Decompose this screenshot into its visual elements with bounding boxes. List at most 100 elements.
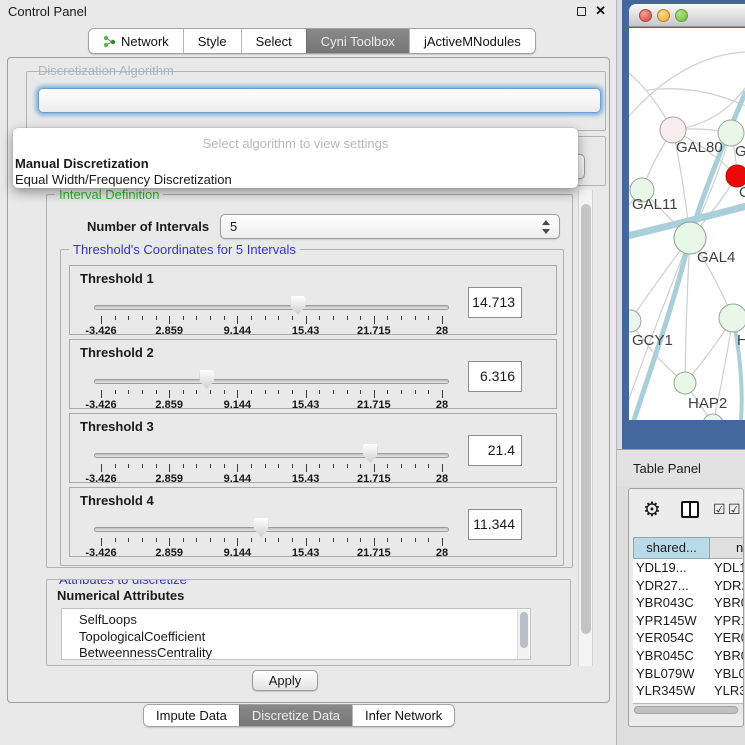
- node-label: GAL4: [697, 249, 735, 266]
- table-cell: YLR345W: [633, 682, 710, 700]
- algorithm-hint: Select algorithm to view settings: [13, 136, 578, 151]
- table-row[interactable]: YBL079WYBL0: [633, 665, 744, 683]
- table-cell: YDL1: [710, 559, 744, 577]
- tick-label: -3.426: [85, 473, 116, 485]
- tick-label: 9.144: [224, 473, 252, 485]
- tab-label: Impute Data: [156, 708, 227, 723]
- algorithm-combo[interactable]: [38, 88, 601, 113]
- threshold-1-slider[interactable]: -3.4262.8599.14415.4321.71528: [94, 292, 449, 336]
- attribute-list-item[interactable]: BetweennessCentrality: [62, 645, 530, 660]
- tab-style[interactable]: Style: [183, 29, 241, 53]
- minimize-traffic-light[interactable]: [657, 9, 670, 22]
- list-scrollbar[interactable]: [517, 610, 529, 660]
- threshold-4-slider[interactable]: -3.4262.8599.14415.4321.71528: [94, 514, 449, 558]
- list-scrollbar-thumb[interactable]: [520, 612, 528, 648]
- table-cell: YBL079W: [633, 665, 710, 683]
- table-scrollbar-thumb[interactable]: [634, 706, 738, 714]
- close-icon[interactable]: ✕: [595, 3, 606, 19]
- slider-tick-labels: -3.4262.8599.14415.4321.71528: [101, 399, 442, 411]
- slider-thumb[interactable]: [254, 518, 269, 537]
- table-cell: YER054C: [633, 629, 710, 647]
- slider-ticks: [101, 538, 442, 547]
- slider-thumb[interactable]: [290, 296, 305, 315]
- column-header-shared-name[interactable]: shared...: [633, 537, 710, 559]
- tab-cyni-toolbox[interactable]: Cyni Toolbox: [306, 29, 409, 53]
- threshold-4-panel: Threshold 4 -3.4262.8599.14415.4321.7152…: [69, 487, 557, 557]
- attributes-group: Attributes to discretize Numerical Attri…: [46, 579, 571, 666]
- tab-impute-data[interactable]: Impute Data: [144, 705, 239, 726]
- tick-label: 9.144: [224, 547, 252, 559]
- tick-label: 2.859: [155, 399, 183, 411]
- threshold-value-field[interactable]: 21.4: [468, 435, 522, 466]
- application-root: Control Panel ✕ Network Style Select Cyn…: [0, 0, 745, 745]
- checkbox-checked-icon[interactable]: ☑: [728, 501, 741, 518]
- table-cell: YBR0: [710, 594, 744, 612]
- menu-item-equal-width-frequency[interactable]: Equal Width/Frequency Discretization: [13, 172, 578, 188]
- column-view-icon[interactable]: [681, 501, 699, 518]
- node-hap2[interactable]: [674, 372, 696, 394]
- node-bottom-partial[interactable]: [703, 414, 723, 420]
- menu-item-manual-discretization[interactable]: Manual Discretization: [13, 156, 578, 172]
- tab-network[interactable]: Network: [89, 29, 183, 53]
- numerical-attributes-label: Numerical Attributes: [57, 588, 184, 603]
- table-row[interactable]: YBR043CYBR0: [633, 594, 744, 612]
- slider-thumb[interactable]: [363, 444, 378, 463]
- tab-jactivemnodules[interactable]: jActiveMNodules: [409, 29, 535, 53]
- table-row[interactable]: YDR27...YDR2: [633, 577, 744, 595]
- tick-label: 15.43: [292, 547, 320, 559]
- tab-infer-network[interactable]: Infer Network: [352, 705, 454, 726]
- attribute-list-item[interactable]: TopologicalCoefficient: [62, 629, 530, 646]
- tick-label: 2.859: [155, 325, 183, 337]
- close-traffic-light[interactable]: [639, 9, 652, 22]
- tab-select[interactable]: Select: [241, 29, 306, 53]
- zoom-traffic-light[interactable]: [675, 9, 688, 22]
- apply-button[interactable]: Apply: [252, 670, 318, 691]
- node-label: C: [739, 184, 745, 201]
- numerical-attributes-list[interactable]: SelfLoopsTopologicalCoefficientBetweenne…: [61, 608, 531, 660]
- number-of-intervals-combo[interactable]: 5: [220, 214, 560, 239]
- gear-icon[interactable]: ⚙: [643, 497, 661, 522]
- interval-definition-group: Interval Definition Number of Intervals …: [46, 194, 573, 568]
- float-window-icon[interactable]: [577, 7, 586, 16]
- table-cell: YBL0: [710, 665, 744, 683]
- table-row[interactable]: YDL19...YDL1: [633, 559, 744, 577]
- algorithm-dropdown-popup: Select algorithm to view settings Manual…: [13, 128, 578, 188]
- attributes-group-label: Attributes to discretize: [55, 579, 191, 587]
- column-header-name[interactable]: na: [710, 537, 744, 559]
- threshold-label: Threshold 2: [80, 345, 154, 360]
- node-label: GA: [735, 143, 745, 160]
- threshold-value-field[interactable]: 14.713: [468, 287, 522, 318]
- tick-label: -3.426: [85, 325, 116, 337]
- tick-label: 21.715: [357, 473, 391, 485]
- panel-scrollbar-thumb[interactable]: [581, 204, 591, 634]
- network-canvas[interactable]: GAL80 GA C GAL11 GAL4 GCY1 H HAP2: [629, 28, 745, 420]
- node-label: GAL80: [676, 139, 723, 156]
- table-body: YDL19...YDL1YDR27...YDR2YBR043CYBR0YPR14…: [633, 559, 744, 713]
- node-gcy1[interactable]: [629, 310, 641, 332]
- slider-ticks: [101, 390, 442, 399]
- tick-label: 15.43: [292, 399, 320, 411]
- table-row[interactable]: YLR345WYLR3: [633, 682, 744, 700]
- node-label: HAP2: [688, 395, 727, 412]
- threshold-3-slider[interactable]: -3.4262.8599.14415.4321.71528: [94, 440, 449, 484]
- network-window-titlebar[interactable]: [629, 4, 745, 27]
- control-panel-titlebar[interactable]: Control Panel ✕: [0, 0, 616, 22]
- slider-thumb[interactable]: [199, 370, 214, 389]
- node-h[interactable]: [719, 304, 745, 332]
- threshold-value-field[interactable]: 6.316: [468, 361, 522, 392]
- panel-scrollbar[interactable]: [578, 190, 593, 666]
- table-horizontal-scrollbar[interactable]: [633, 703, 744, 714]
- table-cell: YDR2: [710, 577, 744, 595]
- table-row[interactable]: YPR145WYPR1: [633, 612, 744, 630]
- network-nodes: [629, 117, 745, 420]
- tab-discretize-data[interactable]: Discretize Data: [239, 705, 352, 726]
- table-row[interactable]: YER054CYER0: [633, 629, 744, 647]
- threshold-2-slider[interactable]: -3.4262.8599.14415.4321.71528: [94, 366, 449, 410]
- attribute-list-item[interactable]: SelfLoops: [62, 612, 530, 629]
- table-panel-window: ⚙ ☑ ☑ shared... na YDL19...YDL1YDR27...Y…: [628, 488, 744, 727]
- threshold-value-field[interactable]: 11.344: [468, 509, 522, 540]
- checkbox-checked-icon[interactable]: ☑: [713, 501, 726, 518]
- table-row[interactable]: YBR045CYBR0: [633, 647, 744, 665]
- thresholds-group: Threshold's Coordinates for 5 Intervals …: [60, 249, 564, 566]
- tab-label: Discretize Data: [252, 708, 340, 723]
